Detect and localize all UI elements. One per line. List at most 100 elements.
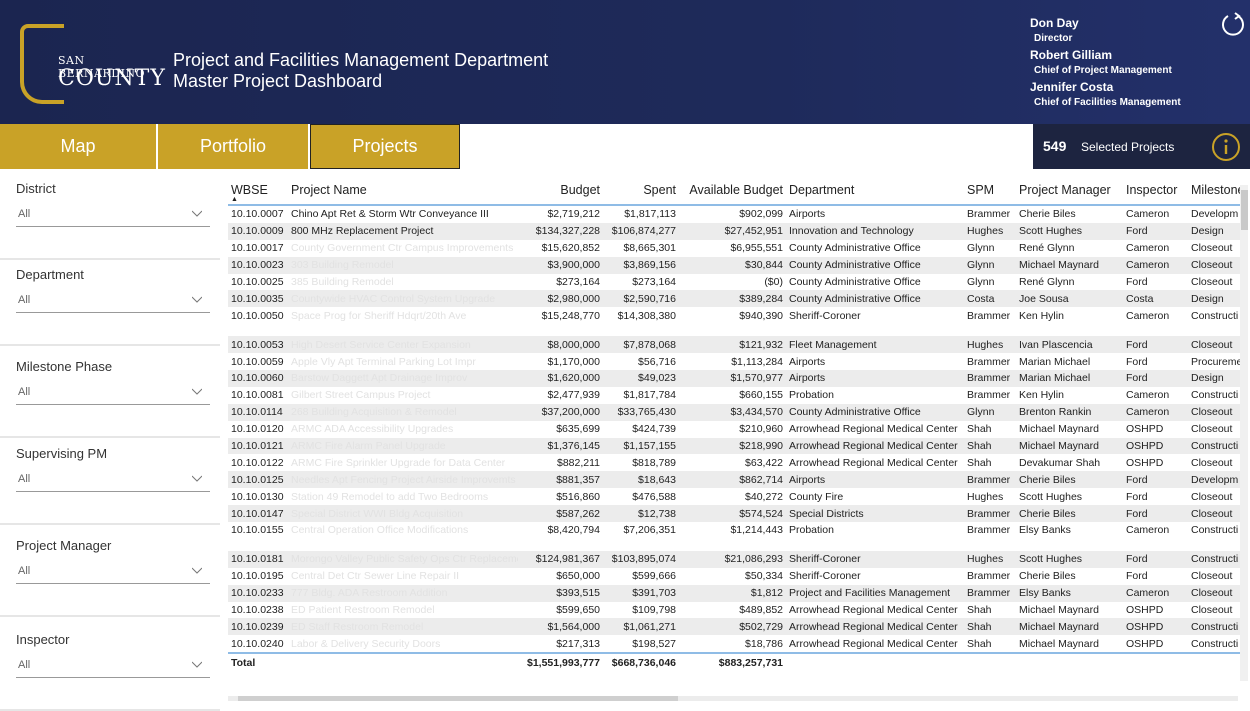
budget-cell: $881,357 — [518, 471, 603, 489]
table-row[interactable]: 10.10.0023 303 Building Remodel $3,900,000… — [228, 256, 1240, 274]
milestone-cell: Closeout — [1188, 584, 1240, 602]
table-row[interactable]: 10.10.0007 Chino Apt Ret & Storm Wtr Conv… — [228, 205, 1240, 223]
department-cell: Arrowhead Regional Medical Center — [789, 456, 958, 469]
table-row[interactable]: 10.10.0239 ED Staff Restroom Remodel $1,56… — [228, 618, 1240, 636]
horizontal-scroll-thumb[interactable] — [238, 696, 678, 701]
nav-map-button[interactable]: Map — [0, 124, 156, 169]
inspector-cell: Cameron — [1123, 256, 1188, 274]
inspector-cell: OSHPD — [1123, 618, 1188, 636]
milestone-cell: Closeout — [1191, 242, 1233, 255]
department-cell: Probation — [789, 389, 834, 402]
table-row[interactable]: 10.10.0114 268 Building Acquisition & Rem… — [228, 403, 1240, 421]
table-row[interactable]: 10.10.0181 Morongo Valley Public Safety O… — [228, 550, 1240, 568]
spm-cell: Brammer — [967, 524, 1011, 537]
spent-cell: $599,666 — [632, 570, 676, 583]
spent-cell: $56,716 — [638, 355, 676, 368]
table-row[interactable]: 10.10.0122 ARMC Fire Sprinkler Upgrade fo… — [228, 454, 1240, 471]
column-header[interactable]: Department — [786, 176, 964, 206]
column-header[interactable]: Inspector — [1123, 176, 1188, 206]
table-row[interactable]: 10.10.0009 800 MHz Replacement Project $13… — [228, 222, 1240, 240]
column-header[interactable]: WBSE ▲ — [228, 176, 288, 206]
department-dropdown[interactable]: All — [16, 290, 210, 313]
inspector-cell: Ford — [1126, 276, 1148, 288]
spent-cell: $818,789 — [632, 456, 676, 469]
project-manager-cell: Cherie Biles — [1019, 208, 1076, 221]
wbse-cell: 10.10.0238 — [231, 604, 284, 617]
table-row[interactable]: 10.10.0035 Countywide HVAC Control System… — [228, 290, 1240, 308]
spm-cell: Shah — [967, 637, 992, 650]
available-budget-cell: $660,155 — [739, 389, 783, 402]
project-name-cell: Central Det Ctr Sewer Line Repair II — [291, 570, 460, 583]
project-name-cell: Barstow Daggett Apt Drainage Improv — [288, 370, 518, 387]
table-row[interactable]: 10.10.0081 Gilbert Street Campus Project $… — [228, 387, 1240, 404]
total-cell — [786, 652, 964, 672]
milestone-cell: Closeout — [1191, 604, 1233, 617]
vertical-scrollbar[interactable] — [1240, 185, 1248, 681]
spent-cell: $14,308,380 — [617, 309, 676, 322]
department-cell: Sheriff-Coroner — [786, 550, 964, 568]
project-manager-cell — [1016, 324, 1123, 337]
available-budget-cell: $40,272 — [745, 490, 783, 503]
wbse-cell: 10.10.0181 — [228, 550, 288, 568]
budget-cell: $2,719,212 — [547, 208, 600, 221]
district-dropdown[interactable]: All — [16, 204, 210, 227]
inspector-cell: Cameron — [1126, 309, 1170, 322]
budget-cell — [518, 538, 603, 551]
table-row[interactable]: 10.10.0050 Space Prog for Sheriff Hdqrt/2… — [228, 307, 1240, 324]
table-row[interactable]: 10.10.0060 Barstow Daggett Apt Drainage I… — [228, 370, 1240, 387]
column-header[interactable]: SPM — [964, 176, 1016, 206]
table-row[interactable]: 10.10.0195 Central Det Ctr Sewer Line Rep… — [228, 568, 1240, 585]
table-row[interactable]: 10.10.0240 Labor & Delivery Security Door… — [228, 635, 1240, 653]
dashboard-title-line2: Master Project Dashboard — [173, 71, 383, 91]
budget-cell: $2,980,000 — [518, 290, 603, 308]
project-name-cell: Countywide HVAC Control System Upgrade — [288, 290, 518, 308]
total-cell — [1123, 652, 1188, 672]
table-row[interactable]: 10.10.0025 385 Building Remodel $273,164 $2… — [228, 274, 1240, 291]
project-manager-cell: Cherie Biles — [1016, 471, 1123, 489]
column-header[interactable]: Project Name — [288, 176, 518, 206]
supervising-pm-dropdown[interactable]: All — [16, 469, 210, 492]
table-row[interactable]: 10.10.0053 High Desert Service Center Exp… — [228, 336, 1240, 354]
column-header[interactable]: Milestone — [1188, 176, 1240, 206]
selected-label: Selected Projects — [1081, 140, 1175, 154]
milestone-phase-dropdown[interactable]: All — [16, 382, 210, 405]
table-row[interactable]: 10.10.0120 ARMC ADA Accessibility Upgrade… — [228, 421, 1240, 438]
project-manager-dropdown[interactable]: All — [16, 561, 210, 584]
table-row[interactable]: 10.10.0059 Apple Vly Apt Terminal Parking… — [228, 353, 1240, 370]
table-row[interactable]: 10.10.0125 Needles Apt Fencing Project Ai… — [228, 471, 1240, 489]
wbse-cell — [228, 324, 288, 337]
info-icon[interactable] — [1211, 132, 1241, 162]
table-row[interactable]: 10.10.0121 ARMC Fire Alarm Panel Upgrade $… — [228, 437, 1240, 455]
projects-table-container: WBSE ▲ Project Name Budget Spent Availabl… — [228, 176, 1240, 698]
table-row[interactable]: 10.10.0238 ED Patient Restroom Remodel $59… — [228, 602, 1240, 619]
table-row[interactable]: 10.10.0233 777 Bldg. ADA Restroom Additio… — [228, 584, 1240, 602]
available-budget-cell: $27,452,951 — [679, 222, 786, 240]
available-budget-cell: $3,434,570 — [679, 403, 786, 421]
project-manager-cell: Cherie Biles — [1019, 570, 1076, 583]
wbse-cell: 10.10.0120 — [231, 423, 284, 436]
total-cell — [1188, 652, 1240, 672]
inspector-dropdown[interactable]: All — [16, 655, 210, 678]
column-header[interactable]: Project Manager — [1016, 176, 1123, 206]
table-row[interactable]: 10.10.0155 Central Operation Office Modif… — [228, 522, 1240, 539]
table-row[interactable]: 10.10.0147 Special District WWI Bldg Acqu… — [228, 505, 1240, 523]
inspector-cell: Ford — [1123, 370, 1188, 387]
milestone-cell: Closeout — [1188, 256, 1240, 274]
nav-portfolio-button[interactable]: Portfolio — [158, 124, 308, 169]
vertical-scroll-thumb[interactable] — [1241, 190, 1248, 230]
budget-cell: $1,376,145 — [518, 437, 603, 455]
filter-label: Department — [16, 267, 84, 282]
department-cell: Fleet Management — [786, 336, 964, 354]
column-header[interactable]: Available Budget — [679, 176, 786, 206]
available-budget-cell: $121,932 — [679, 336, 786, 354]
table-row[interactable]: 10.10.0130 Station 49 Remodel to add Two … — [228, 488, 1240, 505]
refresh-icon[interactable] — [1220, 12, 1246, 38]
column-header[interactable]: Budget — [518, 176, 603, 206]
department-cell: County Administrative Office — [786, 256, 964, 274]
column-header[interactable]: Spent — [603, 176, 679, 206]
nav-projects-button[interactable]: Projects — [310, 124, 460, 169]
department-cell — [786, 538, 964, 551]
inspector-cell: Ford — [1123, 336, 1188, 354]
table-row[interactable]: 10.10.0017 County Government Ctr Campus I… — [228, 240, 1240, 257]
spent-cell: $273,164 — [632, 276, 676, 288]
